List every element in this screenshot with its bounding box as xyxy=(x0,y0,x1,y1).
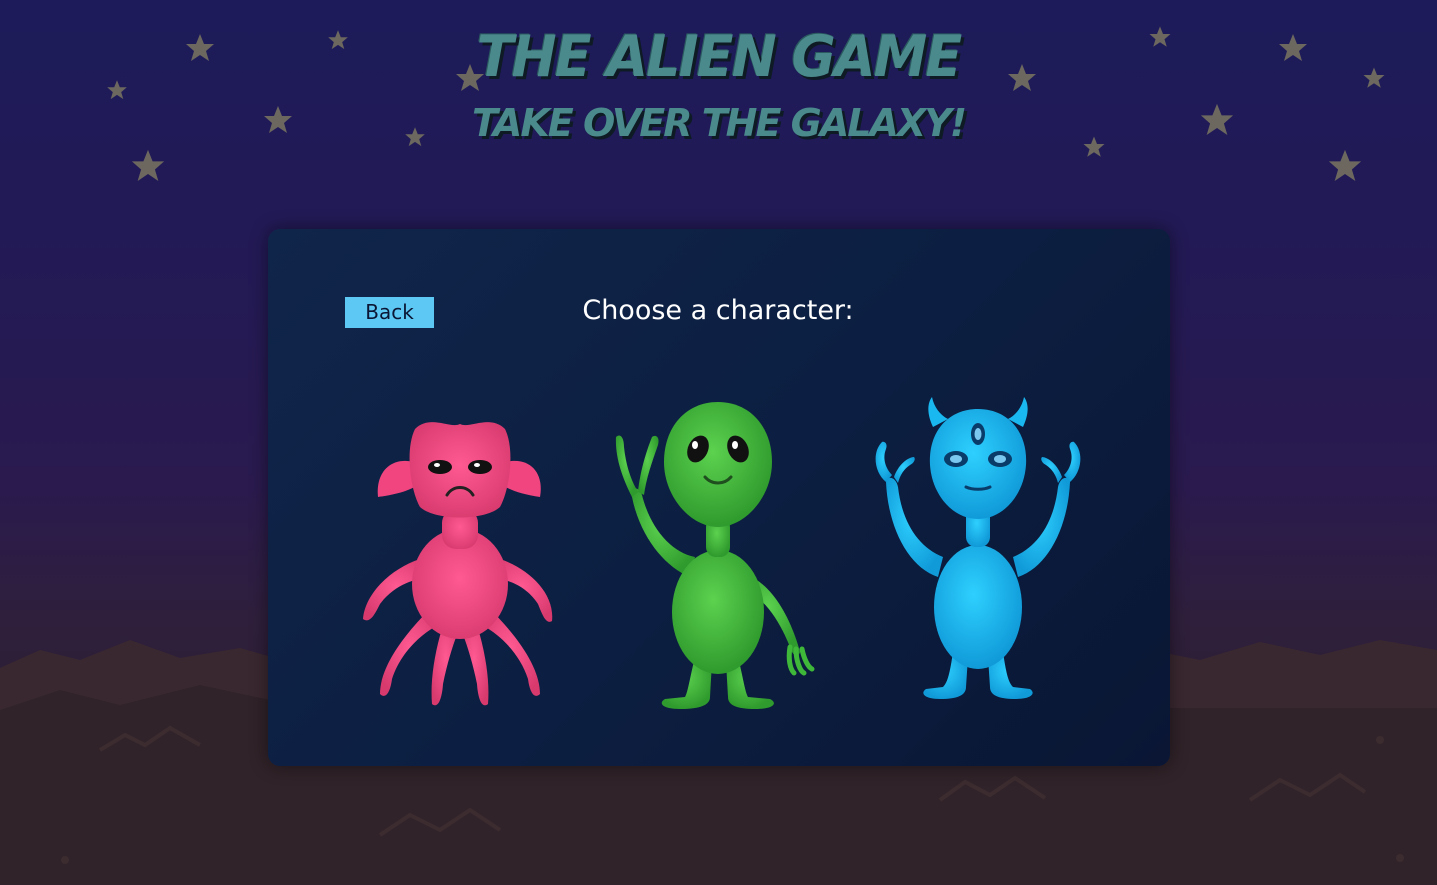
green-alien-icon xyxy=(615,402,815,709)
star-icon xyxy=(131,149,165,181)
pink-alien-icon xyxy=(363,422,553,706)
green-alien-character[interactable] xyxy=(610,397,825,712)
star-icon xyxy=(1328,149,1362,181)
blue-alien-icon xyxy=(875,397,1081,699)
character-select-panel: Back Choose a character: xyxy=(268,229,1170,766)
game-header: THE ALIEN GAME TAKE OVER THE GALAXY! xyxy=(0,22,1437,146)
pink-alien-character[interactable] xyxy=(360,409,560,709)
choose-character-prompt: Choose a character: xyxy=(582,295,854,326)
game-title: THE ALIEN GAME xyxy=(476,23,963,90)
back-button[interactable]: Back xyxy=(345,297,434,328)
blue-alien-character[interactable] xyxy=(868,397,1088,702)
game-subtitle: TAKE OVER THE GALAXY! xyxy=(471,101,967,145)
